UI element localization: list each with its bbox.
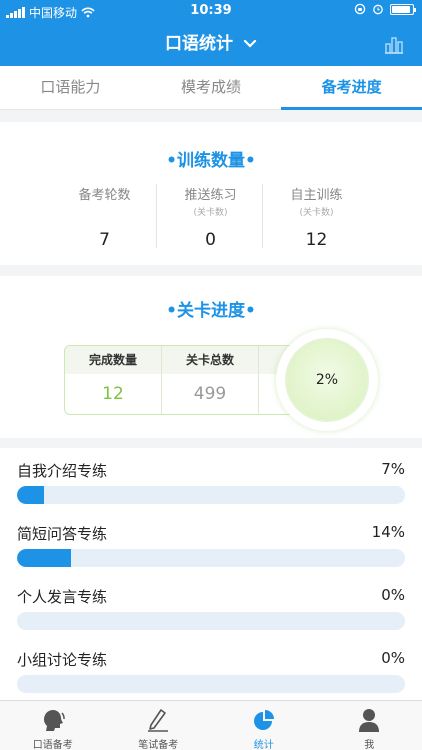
pie-chart-icon xyxy=(253,710,274,730)
tabbar-statistics[interactable]: 统计 xyxy=(211,701,317,750)
total-value: 499 xyxy=(193,384,227,404)
drill-name: 自我介绍专练 xyxy=(17,462,108,480)
drill-progress-list: 自我介绍专练 7% 简短问答专练 14% 个人发言专练 0% 小组讨论专练 0% xyxy=(0,448,422,700)
stat-self-training: 自主训练 (关卡数) 12 xyxy=(264,184,369,250)
tabbar-written-prep[interactable]: 笔试备考 xyxy=(106,701,212,750)
drill-name: 简短问答专练 xyxy=(17,525,108,543)
person-icon xyxy=(359,709,380,732)
tabbar-speaking-prep[interactable]: 口语备考 xyxy=(0,701,106,750)
stat-value: 12 xyxy=(305,230,328,250)
progress-track xyxy=(17,675,405,693)
drill-percent: 7% xyxy=(381,460,405,478)
stat-value: 7 xyxy=(99,230,110,250)
drill-name: 小组讨论专练 xyxy=(17,651,108,669)
stat-label: 推送练习 xyxy=(184,188,237,203)
divider xyxy=(262,184,263,248)
battery-icon xyxy=(390,3,416,15)
training-count-card: •训练数量• 备考轮数 7 推送练习 (关卡数) 0 自主训练 (关卡数) 12 xyxy=(0,122,422,265)
total-column: 关卡总数 499 xyxy=(162,346,258,414)
tabbar-label: 我 xyxy=(364,740,375,750)
status-bar: 中国移动 10:39 xyxy=(0,0,422,22)
speaking-icon xyxy=(43,710,65,731)
title-dropdown[interactable]: 口语统计 xyxy=(0,26,422,62)
stat-pushed-practice: 推送练习 (关卡数) 0 xyxy=(158,184,263,250)
stat-value: 0 xyxy=(205,230,216,250)
drill-percent: 0% xyxy=(381,649,405,667)
completed-column: 完成数量 12 xyxy=(65,346,161,414)
completed-label: 完成数量 xyxy=(88,353,137,367)
page-title: 口语统计 xyxy=(165,34,234,54)
progress-track xyxy=(17,549,405,567)
section-title: •关卡进度• xyxy=(166,301,256,321)
tab-mock-scores[interactable]: 模考成绩 xyxy=(141,66,282,109)
total-label: 关卡总数 xyxy=(185,353,234,367)
bar-chart-icon[interactable] xyxy=(382,32,406,56)
stat-label: 自主训练 xyxy=(290,188,343,203)
stat-label: 备考轮数 xyxy=(78,188,131,203)
stat-sublabel: (关卡数) xyxy=(299,208,334,218)
stat-sublabel: (关卡数) xyxy=(193,208,228,218)
app-header: 中国移动 10:39 口语统计 xyxy=(0,0,422,66)
section-title: •训练数量• xyxy=(166,151,256,171)
progress-track xyxy=(17,486,405,504)
drill-percent: 0% xyxy=(381,586,405,604)
chevron-down-icon xyxy=(243,39,257,48)
orientation-lock-icon xyxy=(354,3,366,15)
tabbar-label: 笔试备考 xyxy=(138,740,179,750)
pen-icon xyxy=(148,709,169,732)
progress-percent: 2% xyxy=(315,372,339,388)
drill-name: 个人发言专练 xyxy=(17,588,108,606)
tabbar-label: 统计 xyxy=(253,740,274,750)
tabbar-label: 口语备考 xyxy=(32,740,73,750)
tabbar-me[interactable]: 我 xyxy=(317,701,422,750)
alarm-icon xyxy=(373,4,383,15)
progress-percent-circle: 2% xyxy=(276,329,378,431)
tab-bar: 口语能力 模考成绩 备考进度 xyxy=(0,66,422,110)
bottom-tab-bar: 口语备考 笔试备考 统计 我 xyxy=(0,700,422,750)
drill-percent: 14% xyxy=(371,523,405,541)
progress-track xyxy=(17,612,405,630)
tab-speaking-ability[interactable]: 口语能力 xyxy=(0,66,141,109)
completed-value: 12 xyxy=(102,384,124,404)
stat-rounds: 备考轮数 7 xyxy=(52,184,157,250)
progress-fill xyxy=(17,549,72,567)
divider xyxy=(156,184,157,248)
tab-prep-progress[interactable]: 备考进度 xyxy=(281,66,422,110)
progress-fill xyxy=(17,486,45,504)
